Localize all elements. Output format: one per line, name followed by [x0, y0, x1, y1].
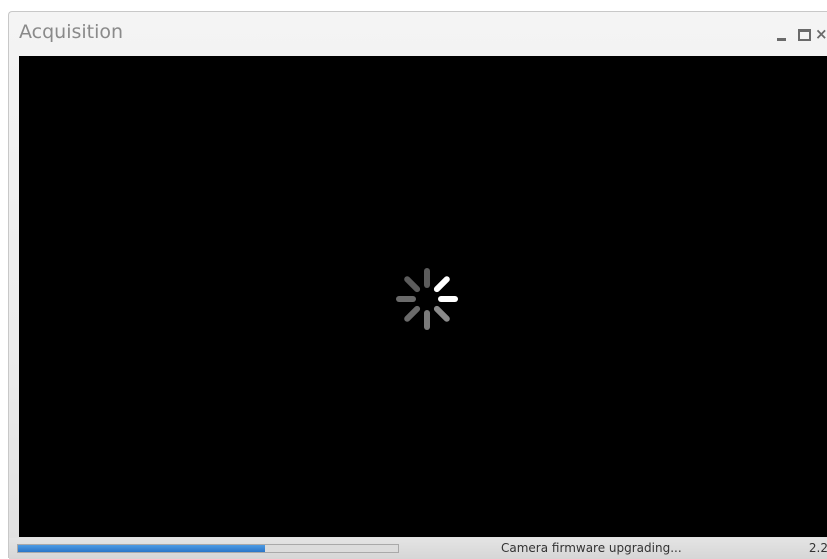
window-controls: ×	[771, 24, 827, 44]
minimize-icon[interactable]	[771, 24, 793, 44]
spinner-spoke	[404, 276, 421, 293]
window-title: Acquisition	[19, 21, 124, 43]
title-bar[interactable]: Acquisition ×	[9, 12, 827, 56]
progress-bar	[17, 544, 399, 553]
progress-fill	[18, 545, 265, 552]
status-bar: Camera firmware upgrading... 2.2	[9, 538, 827, 559]
status-value: 2.2	[808, 541, 827, 555]
camera-view	[19, 56, 827, 537]
acquisition-window: Acquisition × Camera firmware upgrading.…	[8, 11, 827, 559]
spinner-spoke	[433, 305, 450, 322]
spinner-spoke	[433, 276, 450, 293]
maximize-icon[interactable]	[793, 24, 815, 44]
close-icon[interactable]: ×	[815, 24, 827, 44]
spinner-spoke	[404, 305, 421, 322]
status-message: Camera firmware upgrading...	[501, 541, 682, 555]
loading-spinner-icon	[396, 268, 458, 330]
